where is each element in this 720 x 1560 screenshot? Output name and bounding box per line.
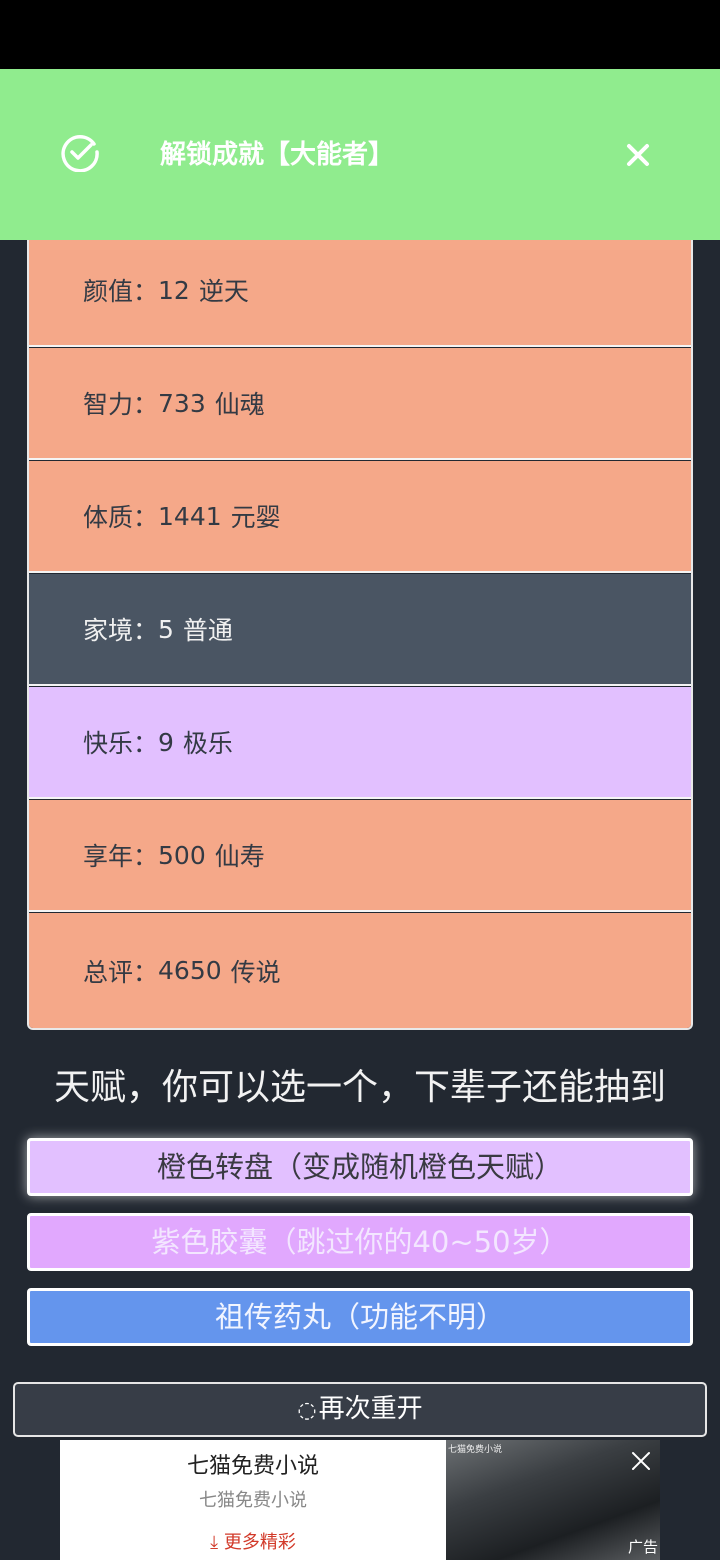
stat-label: 快乐： (83, 729, 159, 758)
close-icon[interactable] (620, 137, 656, 173)
ad-more-label: 更多精彩 (223, 1532, 296, 1553)
stat-grade: 逆天 (198, 277, 249, 306)
stat-label: 家境： (83, 616, 159, 645)
ad-logo-text: 七猫免费小说 (448, 1445, 503, 1455)
stat-row-lifespan: 享年： 500 仙寿 (29, 800, 691, 912)
stat-value: 12 (158, 275, 190, 305)
restart-label: 再次重开 (318, 1394, 423, 1424)
stat-grade: 仙寿 (214, 842, 265, 871)
ad-more-link[interactable]: ⤓ 更多精彩 (60, 1528, 446, 1554)
toast-title: 解锁成就【大能者】 (160, 140, 395, 170)
talent-option-orange-wheel[interactable]: 橙色转盘（变成随机橙色天赋） (27, 1138, 693, 1196)
achievement-toast: 解锁成就【大能者】 (0, 69, 720, 240)
stat-label: 总评： (83, 957, 159, 987)
stat-value: 5 (158, 614, 174, 644)
refresh-icon: ◌ (297, 1398, 317, 1423)
ad-banner[interactable]: 七猫免费小说 七猫免费小说 ⤓ 更多精彩 七猫免费小说 广告 (60, 1440, 660, 1560)
download-arrow-icon: ⤓ (210, 1532, 224, 1553)
talent-option-purple-capsule[interactable]: 紫色胶囊（跳过你的40~50岁） (27, 1213, 693, 1271)
stat-grade: 元婴 (230, 503, 281, 532)
ad-title[interactable]: 七猫免费小说 (60, 1448, 446, 1480)
restart-button[interactable]: ◌再次重开 (13, 1382, 707, 1437)
stat-row-intelligence: 智力： 733 仙魂 (29, 348, 691, 460)
ad-tag: 广告 (628, 1538, 659, 1556)
stat-label: 智力： (83, 390, 159, 419)
stat-label: 颜值： (83, 277, 159, 306)
status-bar (0, 0, 720, 69)
stat-row-overall: 总评： 4650 传说 (29, 913, 691, 1028)
stat-row-family: 家境： 5 普通 (29, 574, 691, 686)
stat-grade: 传说 (230, 957, 281, 987)
stat-grade: 仙魂 (214, 390, 265, 419)
talent-option-ancestral-pill[interactable]: 祖传药丸（功能不明） (27, 1288, 693, 1346)
check-circle-icon (61, 135, 99, 172)
stat-grade: 普通 (182, 616, 233, 645)
stats-panel: 颜值： 12 逆天 智力： 733 仙魂 体质： 1441 元婴 家境： 5 普通 快乐： 9 极乐… (27, 200, 693, 1030)
stat-label: 享年： (83, 842, 159, 871)
stat-label: 体质： (83, 503, 159, 532)
ad-subtitle: 七猫免费小说 (199, 1490, 307, 1511)
stat-value: 4650 (158, 956, 222, 985)
stat-row-constitution: 体质： 1441 元婴 (29, 461, 691, 573)
stat-value: 9 (158, 727, 174, 757)
stat-row-happiness: 快乐： 9 极乐 (29, 687, 691, 799)
stat-value: 500 (158, 840, 206, 870)
stat-grade: 极乐 (182, 729, 233, 758)
talent-heading: 天赋，你可以选一个，下辈子还能抽到 (53, 1067, 666, 1108)
stat-value: 1441 (158, 501, 222, 531)
close-icon[interactable] (628, 1448, 654, 1474)
stat-value: 733 (158, 388, 206, 418)
stat-row-appearance: 颜值： 12 逆天 (29, 235, 691, 347)
